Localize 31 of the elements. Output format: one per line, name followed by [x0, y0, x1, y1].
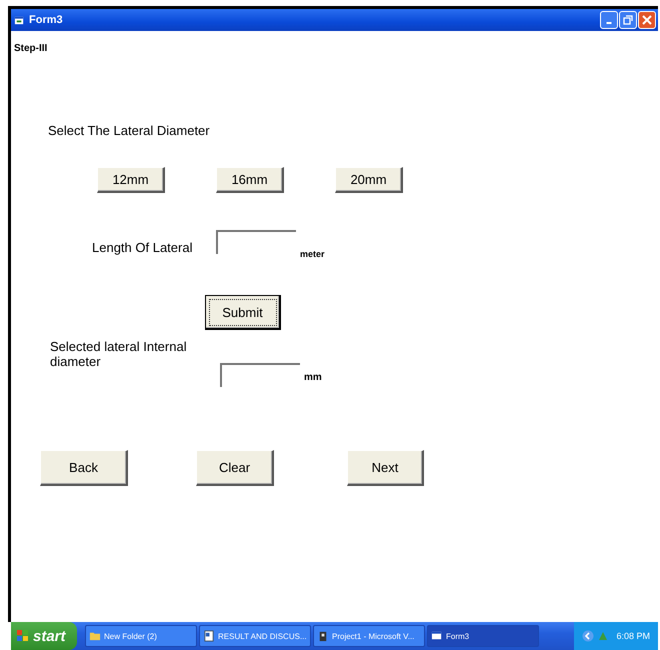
nav-button[interactable]: Clear	[196, 450, 274, 486]
length-label: Length Of Lateral	[92, 240, 194, 255]
diameter-prompt: Select The Lateral Diameter	[48, 123, 210, 138]
diameter-button[interactable]: 20mm	[335, 167, 403, 193]
unit-label: meter	[300, 249, 325, 259]
submit-button[interactable]: Submit	[205, 295, 281, 330]
minimize-button[interactable]	[600, 11, 618, 29]
document-icon	[203, 630, 215, 642]
window-icon	[431, 630, 443, 642]
taskbar-button[interactable]: Form3	[427, 625, 539, 647]
restore-button[interactable]	[619, 11, 637, 29]
close-button[interactable]	[638, 11, 656, 29]
taskbar-button[interactable]: RESULT AND DISCUS...	[199, 625, 311, 647]
nav-button[interactable]: Back	[40, 450, 128, 486]
unit-label: mm	[304, 372, 322, 383]
close-icon	[642, 15, 652, 25]
diameter-button[interactable]: 12mm	[97, 167, 165, 193]
taskbar-button[interactable]: New Folder (2)	[85, 625, 197, 647]
windows-flag-icon	[16, 629, 30, 643]
clock: 6:08 PM	[616, 631, 650, 641]
nav-button[interactable]: Next	[347, 450, 424, 486]
step-label: Step-III	[14, 43, 48, 54]
diameter-button[interactable]: 16mm	[216, 167, 284, 193]
window-icon	[14, 14, 25, 26]
internal-diameter-label: Selected lateral Internal diameter	[50, 339, 188, 369]
minimize-icon	[606, 22, 612, 24]
window-title: Form3	[29, 14, 64, 26]
taskbar-button[interactable]: Project1 - Microsoft V...	[313, 625, 425, 647]
restore-icon	[623, 15, 633, 25]
folder-icon	[89, 630, 101, 642]
application-icon	[317, 630, 329, 642]
